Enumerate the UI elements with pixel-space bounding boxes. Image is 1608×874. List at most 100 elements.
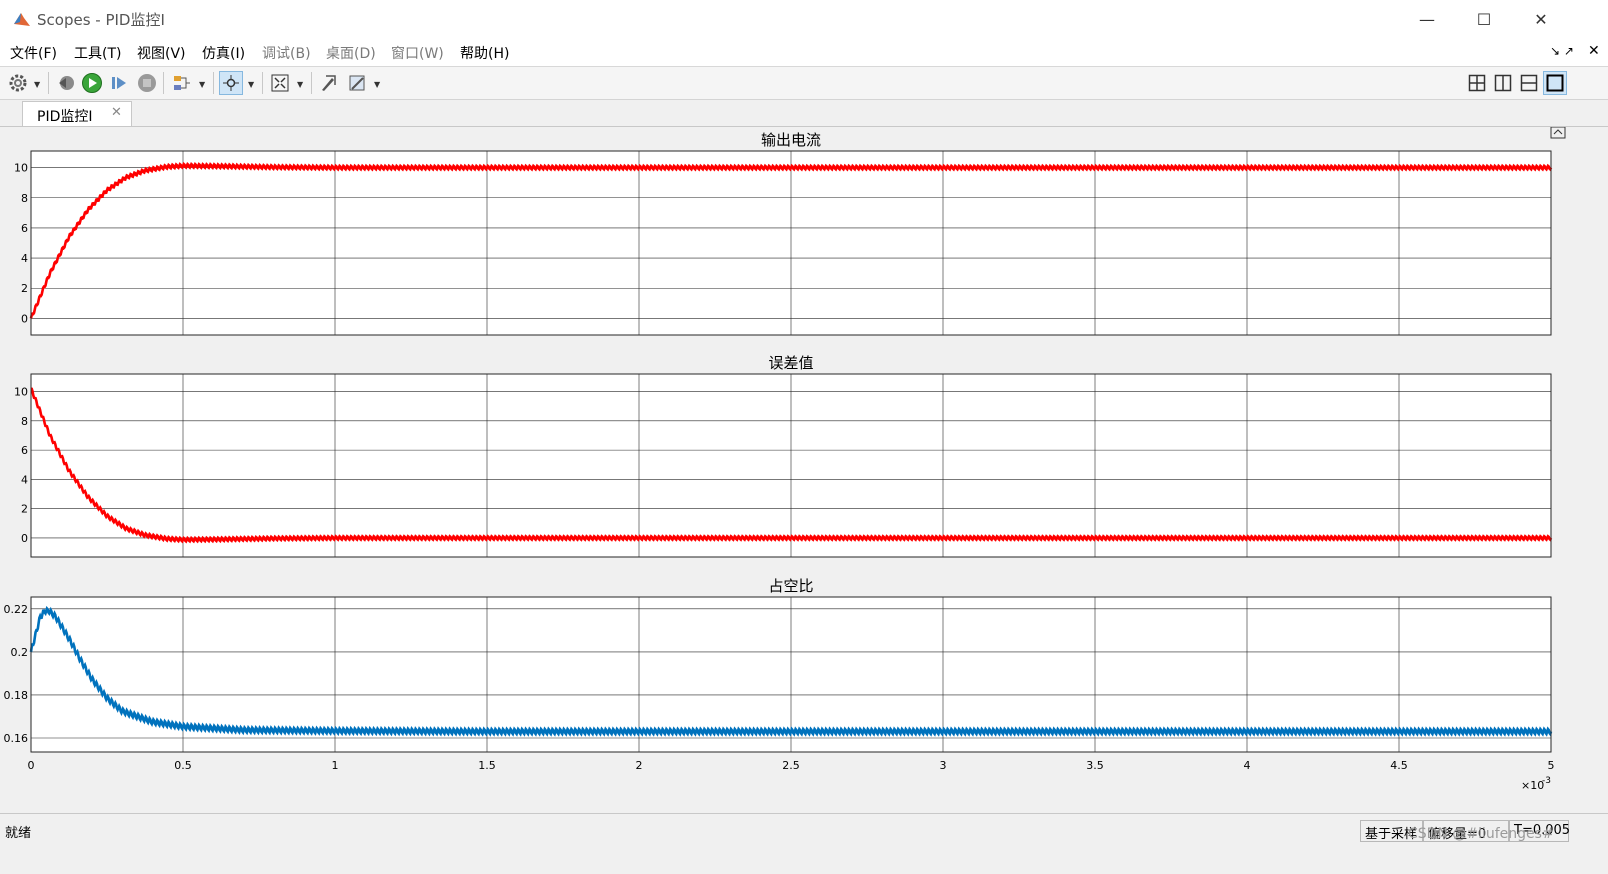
y-tick-label: 0.22 [4,603,29,616]
x-scale-exponent: -3 [1542,776,1551,786]
step-back-icon [59,76,74,90]
y-tick-label: 0 [21,312,28,325]
status-text: 就绪 [5,826,32,841]
scope-plot-area: 0 2 4 6 8 10 输出电流 0 2 4 6 8 10 误差值 0.16 0.18 0.2 0.22 占空… [2,126,1606,813]
x-tick-label: 0 [28,759,35,772]
status-bar: 就绪 基于采样 偏移量=0 T=0.005 CSDN @#liufenges# [0,813,1608,874]
layout-columns-button[interactable] [1491,71,1515,95]
y-tick-label: 10 [14,162,28,175]
title-bar: Scopes - PID监控I — ☐ ✕ [0,0,1608,38]
menu-help[interactable]: 帮助(H) [460,43,509,63]
settings-button[interactable] [6,71,30,95]
y-tick-label: 6 [21,444,28,457]
autoscale-button[interactable] [268,71,292,95]
y-tick-label: 0.2 [11,646,29,659]
x-tick-label: 1.5 [478,759,496,772]
settings-dropdown-icon[interactable]: ▼ [34,80,40,89]
close-icon: ✕ [1534,9,1548,29]
watermark: CSDN @#liufenges# [1408,826,1554,842]
y-tick-label: 4 [21,473,28,486]
stop-icon [138,74,156,92]
x-tick-label: 3.5 [1086,759,1104,772]
menu-close-icon[interactable]: ✕ [1588,43,1600,59]
run-button[interactable] [80,71,104,95]
x-scale-label: ×10 [1521,779,1544,792]
layout-single-icon [1546,74,1564,92]
stop-button[interactable] [135,71,159,95]
toolbar-separator [48,72,49,94]
run-icon [82,73,102,93]
menu-file[interactable]: 文件(F) [10,43,57,63]
measure-dropdown-icon[interactable]: ▼ [374,80,380,89]
menu-tools[interactable]: 工具(T) [74,43,121,63]
highlight-icon [174,76,190,90]
x-tick-label: 3 [940,759,947,772]
window-title: Scopes - PID监控I [37,11,165,29]
layout-single-button[interactable] [1543,71,1567,95]
layout-rows-button[interactable] [1517,71,1541,95]
zoom-dropdown-icon[interactable]: ▼ [248,80,254,89]
minimize-icon: — [1419,9,1435,29]
plot-title: 输出电流 [761,131,821,149]
toolbar-separator [213,72,214,94]
undock-arrows-icon[interactable]: ↘ ↗ [1550,44,1574,58]
x-tick-label: 0.5 [174,759,192,772]
plot-title: 占空比 [768,577,813,595]
x-tick-label: 5 [1548,759,1555,772]
menu-bar: 文件(F) 工具(T) 视图(V) 仿真(I) 调试(B) 桌面(D) 窗口(W… [0,38,1608,67]
x-tick-label: 4.5 [1390,759,1408,772]
close-window-button[interactable]: ✕ [1512,0,1570,38]
y-tick-label: 10 [14,386,28,399]
plot-error-value: 0 2 4 6 8 10 误差值 [14,354,1553,558]
toolbar-separator [311,72,312,94]
x-tick-label: 1 [332,759,339,772]
y-tick-label: 6 [21,222,28,235]
menu-simulation[interactable]: 仿真(I) [202,43,245,63]
highlight-dropdown-icon[interactable]: ▼ [199,80,205,89]
tab-close-icon[interactable]: ✕ [111,105,122,120]
style-icon [322,75,336,91]
measure-button[interactable] [345,71,369,95]
x-tick-label: 4 [1244,759,1251,772]
restore-panel-icon[interactable] [1550,126,1566,139]
toolbar: ▼ ▼ ▼ ▼ ▼ [0,67,1608,100]
layout-2x2-icon [1468,74,1486,92]
y-tick-label: 4 [21,252,28,265]
plot-title: 误差值 [768,354,813,372]
y-tick-label: 0.16 [4,732,29,745]
menu-window[interactable]: 窗口(W) [391,43,444,63]
menu-view[interactable]: 视图(V) [137,43,186,63]
matlab-logo-icon [14,13,30,26]
y-tick-label: 0.18 [4,689,29,702]
x-tick-label: 2.5 [782,759,800,772]
y-tick-label: 0 [21,532,28,545]
plot-duty-cycle: 0.16 0.18 0.2 0.22 占空比 0 0.5 1 1.5 2 2.5 3 3.5 4 4.5 5 ×… [4,577,1555,792]
layout-columns-icon [1494,74,1512,92]
layout-rows-icon [1520,74,1538,92]
x-tick-label: 2 [636,759,643,772]
plot-output-current: 0 2 4 6 8 10 输出电流 [14,131,1553,336]
tab-label: PID监控I [37,109,93,125]
menu-debug[interactable]: 调试(B) [262,43,311,63]
highlight-signal-button[interactable] [170,71,194,95]
tab-pid-monitor[interactable]: PID监控I ✕ [22,101,132,126]
minimize-button[interactable]: — [1398,0,1456,38]
autoscale-dropdown-icon[interactable]: ▼ [297,80,303,89]
style-button[interactable] [316,71,340,95]
y-tick-label: 8 [21,415,28,428]
toolbar-separator [262,72,263,94]
scope-figure: 0246810输出电流 0246810误差值 0.160.180.20.22占空… [4,126,1566,792]
maximize-button[interactable]: ☐ [1455,0,1513,38]
y-tick-label: 2 [21,282,28,295]
maximize-icon: ☐ [1476,9,1492,29]
step-forward-icon [112,77,126,89]
step-back-button[interactable] [54,71,78,95]
zoom-button[interactable] [219,71,243,95]
tab-strip: PID监控I ✕ [0,100,1608,127]
measure-icon [349,75,365,91]
step-forward-button[interactable] [107,71,131,95]
layout-2x2-button[interactable] [1465,71,1489,95]
menu-desktop[interactable]: 桌面(D) [326,43,376,63]
zoom-icon [223,75,239,91]
toolbar-separator [163,72,164,94]
